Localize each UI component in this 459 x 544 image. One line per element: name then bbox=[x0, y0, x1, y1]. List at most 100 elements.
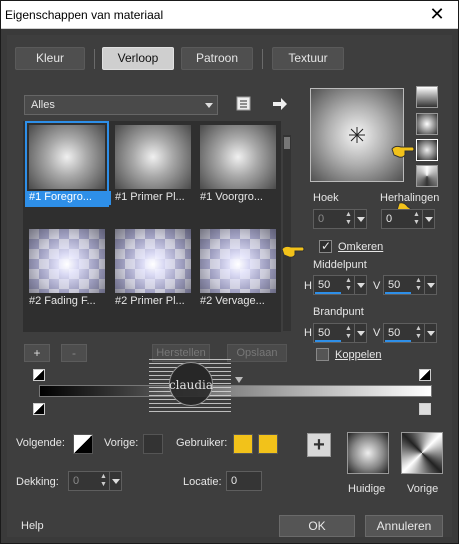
spinner-arrows-icon[interactable]: ▲ ▼ bbox=[344, 325, 353, 341]
center-point-label: Middelpunt bbox=[313, 259, 367, 271]
sunburst-style-button[interactable] bbox=[416, 139, 438, 161]
repeats-field[interactable]: 0 ▲ ▼ bbox=[381, 209, 435, 229]
add-to-library-button[interactable]: + bbox=[307, 433, 331, 457]
pointing-hand-icon bbox=[281, 243, 305, 259]
invert-checkbox[interactable] bbox=[319, 239, 332, 253]
gradient-item[interactable]: #2 Primer Pl... bbox=[113, 227, 193, 309]
bottom-right-color-stop[interactable] bbox=[419, 403, 431, 415]
focal-h-level-bar bbox=[315, 340, 341, 342]
gradient-item[interactable]: #1 Primer Pl... bbox=[113, 123, 193, 205]
gradient-item-label: #2 Fading F... bbox=[29, 295, 96, 307]
chevron-down-icon[interactable] bbox=[354, 324, 366, 342]
focal-h-value: 50 bbox=[318, 327, 331, 339]
gradient-item[interactable]: #1 Foregro... bbox=[25, 121, 111, 207]
pointing-hand-icon bbox=[391, 143, 415, 159]
title-bar: Eigenschappen van materiaal ✕ bbox=[1, 1, 458, 29]
angle-label: Hoek bbox=[313, 192, 339, 204]
focal-h-label: H bbox=[304, 327, 312, 339]
angle-field[interactable]: 0 ▲ ▼ bbox=[313, 209, 367, 229]
gradient-item-label: #1 Voorgro... bbox=[200, 191, 263, 203]
center-v-field[interactable]: 50 ▲ ▼ bbox=[383, 275, 437, 295]
chevron-down-icon[interactable] bbox=[354, 210, 366, 228]
location-field[interactable]: 0 bbox=[226, 471, 262, 491]
center-v-value: 50 bbox=[388, 279, 401, 291]
tab-verloop[interactable]: Verloop bbox=[102, 47, 174, 70]
arrow-right-icon[interactable] bbox=[271, 95, 289, 113]
previous-preview-label: Vorige bbox=[407, 483, 439, 495]
radial-style-button[interactable] bbox=[416, 165, 438, 187]
chevron-down-icon[interactable] bbox=[422, 210, 434, 228]
material-properties-dialog: Eigenschappen van materiaal ✕ Kleur Verl… bbox=[0, 0, 459, 544]
previous-gradient-preview[interactable] bbox=[401, 432, 443, 474]
chevron-down-icon[interactable] bbox=[424, 324, 436, 342]
spinner-arrows-icon[interactable]: ▲ ▼ bbox=[344, 211, 353, 227]
spinner-arrows-icon[interactable]: ▲ ▼ bbox=[412, 211, 421, 227]
focal-point-label: Brandpunt bbox=[313, 306, 364, 318]
gradient-item[interactable]: #2 Fading F... bbox=[27, 227, 107, 309]
tab-kleur[interactable]: Kleur bbox=[15, 47, 85, 70]
scrollbar-thumb[interactable] bbox=[284, 137, 290, 149]
current-gradient-preview[interactable] bbox=[347, 432, 389, 474]
link-checkbox[interactable] bbox=[316, 348, 329, 361]
opacity-value: 0 bbox=[73, 475, 80, 487]
gradient-item[interactable]: #2 Vervage... bbox=[198, 227, 278, 309]
midpoint-marker[interactable] bbox=[235, 377, 243, 383]
top-right-opacity-stop[interactable] bbox=[419, 369, 431, 381]
gradient-item-label: #1 Primer Pl... bbox=[115, 191, 185, 203]
spinner-arrows-icon[interactable]: ▲ ▼ bbox=[99, 473, 108, 489]
following-swatch[interactable] bbox=[73, 434, 93, 454]
library-scrollbar[interactable] bbox=[283, 135, 291, 331]
repeats-label: Herhalingen bbox=[380, 192, 440, 204]
remove-gradient-button[interactable]: - bbox=[61, 344, 87, 362]
center-v-label: V bbox=[373, 280, 381, 292]
add-gradient-button[interactable]: + bbox=[24, 344, 50, 362]
previous-swatch[interactable] bbox=[143, 434, 163, 454]
top-left-opacity-stop[interactable] bbox=[33, 369, 45, 381]
resource-manager-icon[interactable] bbox=[235, 95, 253, 113]
gradient-library-grid: #1 Foregro... #1 Primer Pl... #1 Voorgro… bbox=[23, 121, 281, 332]
gradient-item-label: #2 Vervage... bbox=[200, 295, 265, 307]
gradient-editor bbox=[25, 369, 439, 419]
cancel-button[interactable]: Annuleren bbox=[365, 515, 443, 537]
focal-h-field[interactable]: 50 ▲ ▼ bbox=[313, 323, 367, 343]
link-label: Koppelen bbox=[335, 349, 382, 361]
close-icon[interactable]: ✕ bbox=[428, 5, 446, 23]
spinner-arrows-icon[interactable]: ▲ ▼ bbox=[344, 277, 353, 293]
ok-button[interactable]: OK bbox=[279, 515, 355, 537]
gradient-preview[interactable] bbox=[310, 88, 404, 182]
gradient-thumbnail bbox=[115, 229, 191, 293]
help-link[interactable]: Help bbox=[21, 520, 44, 532]
previous-label: Vorige: bbox=[104, 437, 139, 449]
rectangular-style-button[interactable] bbox=[416, 113, 438, 135]
watermark-text: claudia bbox=[168, 378, 214, 392]
user-color-swatch-2[interactable] bbox=[258, 434, 278, 454]
gradient-bar[interactable] bbox=[39, 385, 432, 397]
chevron-down-icon bbox=[205, 103, 213, 108]
save-button[interactable]: Opslaan bbox=[227, 344, 287, 362]
spinner-arrows-icon[interactable]: ▲ ▼ bbox=[414, 277, 423, 293]
linear-style-button[interactable] bbox=[416, 86, 438, 108]
center-h-level-bar bbox=[315, 292, 341, 294]
location-label: Locatie: bbox=[183, 476, 222, 488]
center-v-level-bar bbox=[385, 292, 411, 294]
bottom-left-color-stop[interactable] bbox=[33, 403, 45, 415]
dialog-body: Kleur Verloop Patroon Textuur Alles #1 F… bbox=[7, 35, 452, 537]
center-h-label: H bbox=[304, 280, 312, 292]
chevron-down-icon[interactable] bbox=[424, 276, 436, 294]
gradient-thumbnail bbox=[200, 229, 276, 293]
opacity-field[interactable]: 0 ▲ ▼ bbox=[68, 471, 122, 491]
spinner-arrows-icon[interactable]: ▲ ▼ bbox=[414, 325, 423, 341]
chevron-down-icon[interactable] bbox=[354, 276, 366, 294]
tab-divider bbox=[94, 49, 95, 69]
gradient-category-select[interactable]: Alles bbox=[24, 95, 218, 115]
user-color-swatch-1[interactable] bbox=[233, 434, 253, 454]
center-h-value: 50 bbox=[318, 279, 331, 291]
focal-v-field[interactable]: 50 ▲ ▼ bbox=[383, 323, 437, 343]
tab-textuur[interactable]: Textuur bbox=[272, 47, 344, 70]
tab-patroon[interactable]: Patroon bbox=[181, 47, 253, 70]
center-h-field[interactable]: 50 ▲ ▼ bbox=[313, 275, 367, 295]
gradient-item[interactable]: #1 Voorgro... bbox=[198, 123, 278, 205]
user-label: Gebruiker: bbox=[176, 437, 228, 449]
chevron-down-icon[interactable] bbox=[109, 472, 121, 490]
focal-v-value: 50 bbox=[388, 327, 401, 339]
